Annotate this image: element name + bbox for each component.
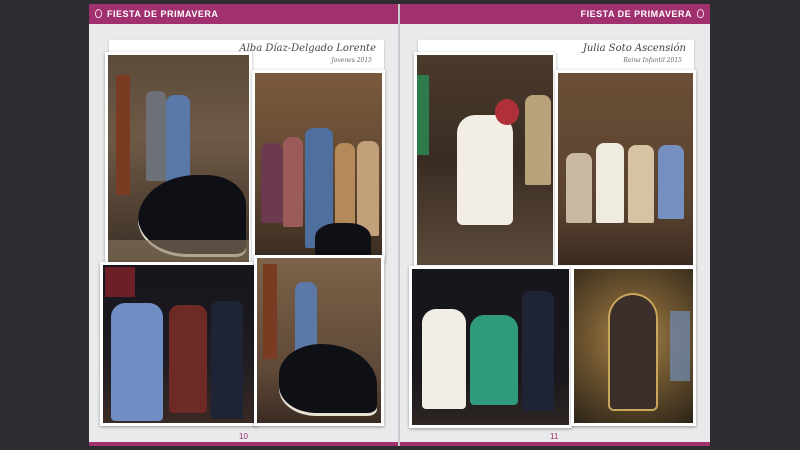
right-queen-name: Julia Soto Ascensión <box>582 43 686 54</box>
magazine-spread: FIESTA DE PRIMAVERA Alba Díaz-Delgado Lo… <box>89 4 710 446</box>
left-header-band: FIESTA DE PRIMAVERA <box>89 4 399 24</box>
photo-queen-train-stairs <box>105 52 252 267</box>
right-queen-subtitle: Reina Infantil 2015 <box>623 57 682 64</box>
photo-queen-with-girls <box>252 70 385 262</box>
crest-icon <box>95 9 102 18</box>
left-queen-name: Alba Díaz-Delgado Lorente <box>239 43 376 54</box>
right-header-label: FIESTA DE PRIMAVERA <box>580 9 692 19</box>
crest-icon <box>697 9 704 18</box>
left-page-number: 10 <box>239 432 248 441</box>
left-footer-band <box>89 442 399 446</box>
left-page: FIESTA DE PRIMAVERA Alba Díaz-Delgado Lo… <box>89 4 399 446</box>
left-queen-subtitle: Jovenes 2015 <box>331 57 372 64</box>
photo-altar-statue <box>571 266 696 426</box>
right-header-band: FIESTA DE PRIMAVERA <box>400 4 710 24</box>
photo-children-group <box>555 70 696 268</box>
left-header-label: FIESTA DE PRIMAVERA <box>107 9 219 19</box>
right-page-number: 11 <box>550 432 559 441</box>
photo-queen-train-wall <box>254 255 384 426</box>
photo-stage-ceremony <box>100 262 257 426</box>
right-page: FIESTA DE PRIMAVERA Julia Soto Ascensión… <box>400 4 710 446</box>
photo-child-queen-bouquet <box>414 52 556 268</box>
photo-stage-children <box>409 266 572 428</box>
right-footer-band <box>400 442 710 446</box>
